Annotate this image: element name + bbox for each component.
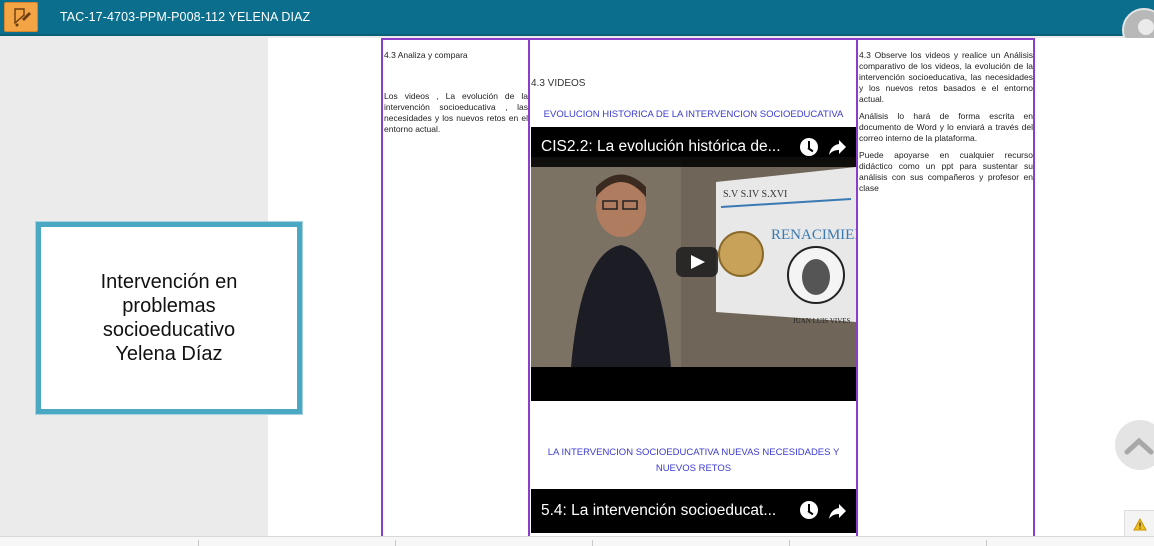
bottom-divider	[986, 540, 987, 546]
table-top-border	[381, 38, 1035, 40]
video-title-1: CIS2.2: La evolución histórica de...	[541, 138, 781, 155]
bottom-divider	[198, 540, 199, 546]
video-title-2: 5.4: La intervención socioeducat...	[541, 502, 777, 519]
warning-icon	[1133, 518, 1147, 531]
bottom-divider	[395, 540, 396, 546]
column-analiza-body: Los videos , La evolución de la interven…	[384, 91, 528, 134]
info-line-4: Yelena Díaz	[115, 343, 223, 365]
video-thumbnail-1: S.V S.IV S.XVI RENACIMIENTO JUAN LUIS VI…	[531, 157, 856, 401]
video-link-1[interactable]: EVOLUCION HISTORICA DE LA INTERVENCION S…	[531, 107, 856, 123]
videos-header: 4.3 VIDEOS	[531, 78, 586, 89]
video-link-2-line-2: NUEVOS RETOS	[655, 463, 732, 474]
instructions-paragraph-3: Puede apoyarse en cualquier recurso didá…	[859, 150, 1033, 193]
column-videos: 4.3 VIDEOS EVOLUCION HISTORICA DE LA INT…	[531, 78, 856, 533]
column-analiza-title: 4.3 Analiza y compara	[384, 50, 468, 60]
instructions-paragraph-1: 4.3 Observe los videos y realice un Anál…	[859, 50, 1033, 104]
top-bar: TAC-17-4703-PPM-P008-112 YELENA DIAZ	[0, 0, 1154, 52]
instructions-paragraph-2: Análisis lo hará de forma escrita en doc…	[859, 111, 1033, 143]
video-player-1[interactable]: S.V S.IV S.XVI RENACIMIENTO JUAN LUIS VI…	[531, 127, 856, 401]
chevron-up-icon	[1124, 437, 1154, 455]
share-icon[interactable]	[828, 501, 848, 521]
column-analiza: 4.3 Analiza y compara Los videos , La ev…	[384, 50, 528, 135]
document-pen-icon[interactable]	[4, 2, 38, 32]
table-column-divider-2	[528, 38, 530, 536]
table-column-divider-4	[1033, 38, 1035, 536]
info-line-3: socioeducativo	[102, 319, 236, 341]
slide-heading: RENACIMIENTO	[771, 227, 856, 243]
info-box: Intervención en problemas socioeducativo…	[36, 222, 302, 414]
app-window: TAC-17-4703-PPM-P008-112 YELENA DIAZ Int…	[0, 0, 1154, 546]
table-column-divider-1	[381, 38, 383, 536]
share-icon[interactable]	[828, 137, 848, 157]
watch-later-icon[interactable]	[800, 138, 818, 156]
page-title: TAC-17-4703-PPM-P008-112 YELENA DIAZ	[60, 10, 311, 24]
info-line-2: problemas	[122, 295, 216, 317]
table-column-divider-3	[856, 38, 858, 536]
video-link-2-line-1: LA INTERVENCION SOCIOEDUCATIVA NUEVAS NE…	[547, 447, 840, 458]
slide-dates: S.V S.IV S.XVI	[723, 189, 787, 200]
slide-caption: JUAN LUIS VIVES	[793, 317, 851, 325]
watch-later-icon[interactable]	[800, 501, 818, 519]
bottom-divider	[592, 540, 593, 546]
video-link-2[interactable]: LA INTERVENCION SOCIOEDUCATIVA NUEVAS NE…	[531, 445, 856, 477]
info-line-1: Intervención en	[100, 271, 238, 293]
column-instructions: 4.3 Observe los videos y realice un Anál…	[859, 50, 1033, 200]
bottom-bar	[0, 536, 1154, 546]
bottom-divider	[789, 540, 790, 546]
video-player-2[interactable]: 5.4: La intervención socioeducat...	[531, 489, 856, 533]
